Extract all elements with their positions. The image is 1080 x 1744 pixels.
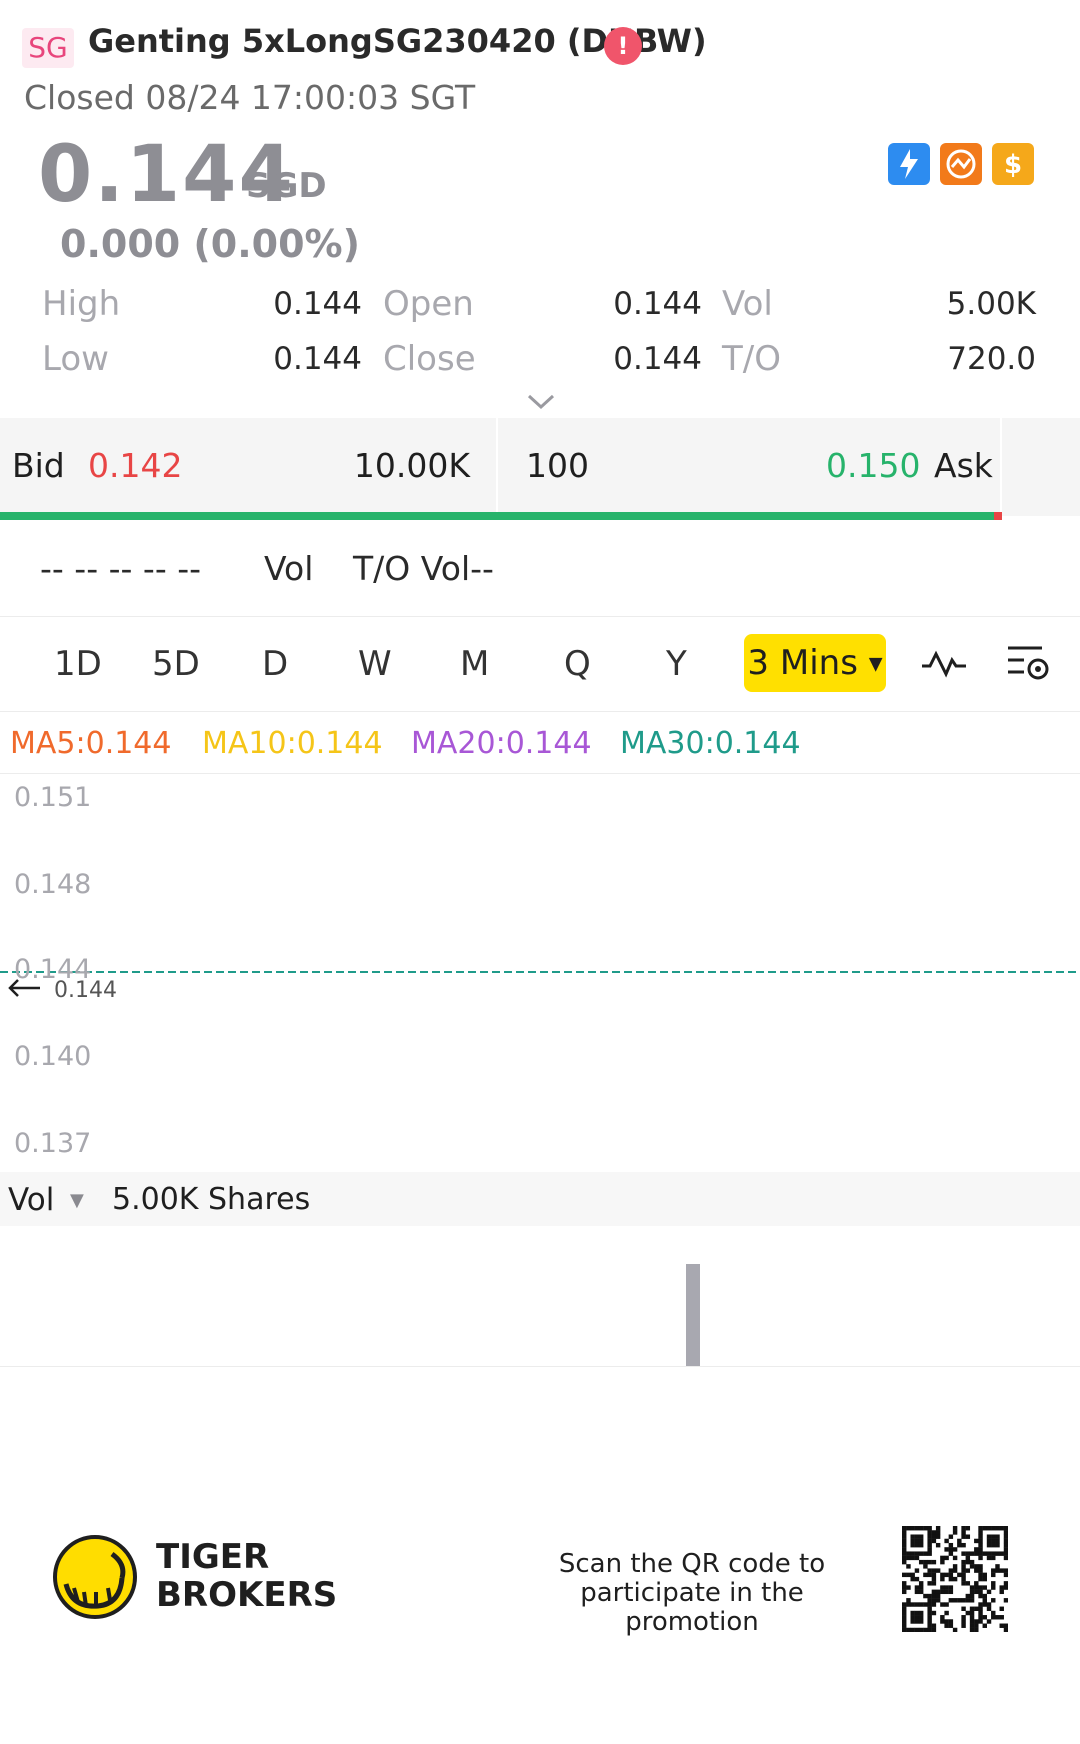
volume-label[interactable]: Vol — [8, 1182, 54, 1218]
dollar-icon[interactable]: $ — [992, 143, 1034, 185]
price-chart-svg — [0, 971, 1080, 973]
divider — [0, 711, 1080, 712]
y-tick-1: 0.148 — [14, 869, 92, 900]
ask-ratio-bar — [994, 512, 1002, 520]
bid-ask-edge — [1000, 418, 1002, 516]
high-label: High — [42, 284, 121, 324]
y-tick-4: 0.137 — [14, 1128, 92, 1159]
caret-down-icon: ▼ — [868, 653, 883, 675]
bid-label: Bid — [12, 446, 65, 485]
chart-settings-icon[interactable] — [1004, 642, 1052, 688]
tab-3-mins[interactable]: 3 Mins ▼ — [744, 634, 886, 692]
to-value: 720.0 — [947, 341, 1036, 377]
qr-code[interactable] — [902, 1526, 1009, 1636]
low-value: 0.144 — [273, 341, 362, 377]
price-change: 0.000 (0.00%) — [60, 222, 360, 266]
close-label: Close — [383, 339, 476, 379]
vol-label: Vol — [722, 284, 773, 324]
promo-line-1: Scan the QR code to — [558, 1549, 826, 1579]
tab-d[interactable]: D — [262, 644, 288, 684]
ask-price[interactable]: 0.150 — [826, 446, 920, 485]
dollar-icon-glyph: $ — [1004, 150, 1022, 180]
vol-value: 5.00K — [946, 286, 1036, 322]
last-price-marker: 0.144 — [54, 978, 117, 1003]
to-label: T/O — [722, 339, 781, 379]
y-tick-0: 0.151 — [14, 782, 92, 813]
brand-line-2: BROKERS — [156, 1575, 338, 1615]
bid-ask-divider — [496, 418, 498, 516]
tab-q[interactable]: Q — [564, 644, 591, 684]
price-chart[interactable] — [0, 774, 1080, 1170]
tab-y[interactable]: Y — [666, 644, 687, 684]
high-value: 0.144 — [273, 286, 362, 322]
volume-dropdown-icon[interactable]: ▼ — [70, 1190, 84, 1211]
tab-5d[interactable]: 5D — [152, 644, 200, 684]
close-value: 0.144 — [613, 341, 702, 377]
tab-1d[interactable]: 1D — [54, 644, 102, 684]
promo-text: Scan the QR code to participate in the p… — [510, 1550, 874, 1637]
arrow-left-icon[interactable] — [6, 976, 42, 1004]
ask-size: 100 — [526, 446, 589, 485]
ma10-value: MA10:0.144 — [202, 726, 383, 761]
ask-label: Ask — [934, 446, 993, 485]
tab-m[interactable]: M — [460, 644, 489, 684]
volume-chart[interactable] — [0, 1226, 1080, 1366]
trade-vol-label: Vol — [264, 549, 314, 588]
trade-dashes: -- -- -- -- -- — [40, 549, 202, 588]
brand-name: TIGER BROKERS — [156, 1538, 337, 1614]
divider — [0, 616, 1080, 617]
ma20-value: MA20:0.144 — [411, 726, 592, 761]
chart-badge-glyph — [946, 149, 976, 179]
promo-line-2: participate in the promotion — [580, 1578, 804, 1637]
chart-badge-icon[interactable] — [940, 143, 982, 185]
indicator-icon[interactable] — [920, 646, 968, 684]
market-status: Closed 08/24 17:00:03 SGT — [24, 78, 476, 117]
lightning-icon-glyph — [900, 149, 918, 179]
bid-price[interactable]: 0.142 — [88, 446, 182, 485]
ma5-value: MA5:0.144 — [10, 726, 172, 761]
svg-text:$: $ — [1004, 150, 1022, 180]
trade-to-vol-label: T/O Vol-- — [353, 549, 494, 588]
qr-code-svg — [902, 1526, 1009, 1633]
chevron-down-icon[interactable] — [526, 392, 556, 416]
currency-label: SGD — [246, 166, 327, 206]
y-tick-3: 0.140 — [14, 1041, 92, 1072]
bid-size: 10.00K — [353, 446, 470, 485]
open-value: 0.144 — [613, 286, 702, 322]
tab-3-mins-label: 3 Mins — [747, 643, 858, 683]
volume-value: 5.00K Shares — [112, 1182, 311, 1217]
divider — [0, 1366, 1080, 1367]
low-label: Low — [42, 339, 109, 379]
market-badge: SG — [22, 28, 74, 68]
lightning-icon[interactable] — [888, 143, 930, 185]
volume-bar — [686, 1264, 700, 1366]
tiger-logo-icon — [52, 1534, 138, 1624]
alert-icon[interactable]: ! — [604, 27, 642, 65]
brand-line-1: TIGER — [156, 1537, 270, 1577]
bid-ratio-bar — [0, 512, 994, 520]
ma30-value: MA30:0.144 — [620, 726, 801, 761]
open-label: Open — [383, 284, 474, 324]
tab-w[interactable]: W — [358, 644, 392, 684]
